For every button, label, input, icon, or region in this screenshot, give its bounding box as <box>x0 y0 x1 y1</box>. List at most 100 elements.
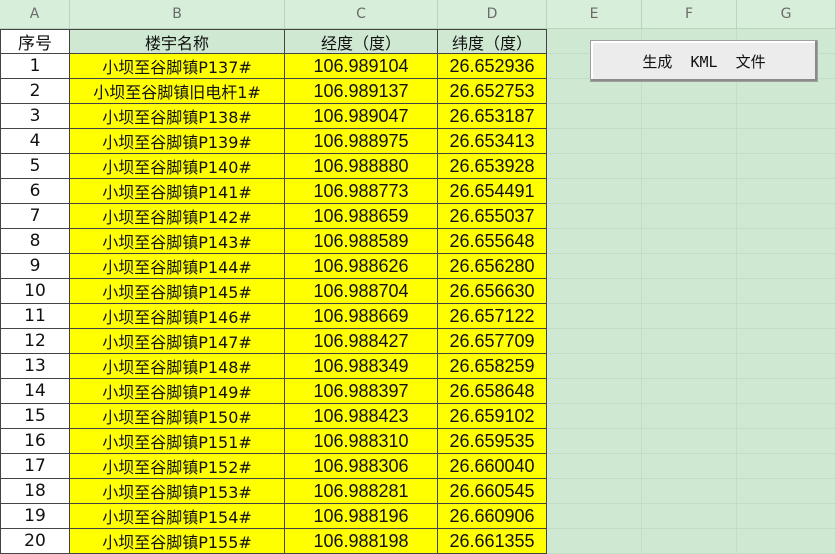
latitude-cell[interactable]: 26.657709 <box>438 329 547 354</box>
empty-cell[interactable] <box>547 304 642 329</box>
building-name-cell[interactable]: 小坝至谷脚镇P138# <box>70 104 285 129</box>
empty-cell[interactable] <box>547 279 642 304</box>
row-index-cell[interactable]: 13 <box>0 354 70 379</box>
longitude-cell[interactable]: 106.988659 <box>285 204 438 229</box>
empty-cell[interactable] <box>547 454 642 479</box>
empty-cell[interactable] <box>737 179 836 204</box>
latitude-cell[interactable]: 26.658259 <box>438 354 547 379</box>
longitude-cell[interactable]: 106.988427 <box>285 329 438 354</box>
longitude-cell[interactable]: 106.988281 <box>285 479 438 504</box>
building-name-cell[interactable]: 小坝至谷脚镇P152# <box>70 454 285 479</box>
row-index-cell[interactable]: 8 <box>0 229 70 254</box>
longitude-cell[interactable]: 106.988880 <box>285 154 438 179</box>
longitude-cell[interactable]: 106.988669 <box>285 304 438 329</box>
column-header-e[interactable]: E <box>547 0 642 29</box>
empty-cell[interactable] <box>547 179 642 204</box>
column-header-b[interactable]: B <box>70 0 285 29</box>
empty-cell[interactable] <box>737 129 836 154</box>
latitude-cell[interactable]: 26.658648 <box>438 379 547 404</box>
empty-cell[interactable] <box>737 404 836 429</box>
empty-cell[interactable] <box>737 304 836 329</box>
empty-cell[interactable] <box>642 279 737 304</box>
longitude-cell[interactable]: 106.988773 <box>285 179 438 204</box>
empty-cell[interactable] <box>642 154 737 179</box>
empty-cell[interactable] <box>642 129 737 154</box>
empty-cell[interactable] <box>642 79 737 104</box>
empty-cell[interactable] <box>642 354 737 379</box>
empty-cell[interactable] <box>547 504 642 529</box>
empty-cell[interactable] <box>547 379 642 404</box>
column-header-d[interactable]: D <box>438 0 547 29</box>
empty-cell[interactable] <box>547 429 642 454</box>
row-index-cell[interactable]: 2 <box>0 79 70 104</box>
latitude-cell[interactable]: 26.660040 <box>438 454 547 479</box>
empty-cell[interactable] <box>737 354 836 379</box>
building-name-cell[interactable]: 小坝至谷脚镇P150# <box>70 404 285 429</box>
empty-cell[interactable] <box>737 154 836 179</box>
empty-cell[interactable] <box>737 254 836 279</box>
latitude-cell[interactable]: 26.653413 <box>438 129 547 154</box>
header-cell-latitude[interactable]: 纬度（度） <box>438 29 547 54</box>
latitude-cell[interactable]: 26.660906 <box>438 504 547 529</box>
latitude-cell[interactable]: 26.660545 <box>438 479 547 504</box>
header-cell-index[interactable]: 序号 <box>0 29 70 54</box>
building-name-cell[interactable]: 小坝至谷脚镇P137# <box>70 54 285 79</box>
empty-cell[interactable] <box>642 304 737 329</box>
empty-cell[interactable] <box>642 254 737 279</box>
generate-kml-button[interactable]: 生成 KML 文件 <box>590 40 818 82</box>
header-cell-name[interactable]: 楼宇名称 <box>70 29 285 54</box>
latitude-cell[interactable]: 26.657122 <box>438 304 547 329</box>
empty-cell[interactable] <box>642 429 737 454</box>
empty-cell[interactable] <box>737 454 836 479</box>
empty-cell[interactable] <box>642 179 737 204</box>
empty-cell[interactable] <box>737 279 836 304</box>
building-name-cell[interactable]: 小坝至谷脚镇P144# <box>70 254 285 279</box>
building-name-cell[interactable]: 小坝至谷脚镇P145# <box>70 279 285 304</box>
row-index-cell[interactable]: 5 <box>0 154 70 179</box>
empty-cell[interactable] <box>737 429 836 454</box>
building-name-cell[interactable]: 小坝至谷脚镇P148# <box>70 354 285 379</box>
empty-cell[interactable] <box>737 79 836 104</box>
building-name-cell[interactable]: 小坝至谷脚镇P146# <box>70 304 285 329</box>
row-index-cell[interactable]: 20 <box>0 529 70 554</box>
building-name-cell[interactable]: 小坝至谷脚镇旧电杆1# <box>70 79 285 104</box>
empty-cell[interactable] <box>547 254 642 279</box>
longitude-cell[interactable]: 106.988397 <box>285 379 438 404</box>
building-name-cell[interactable]: 小坝至谷脚镇P151# <box>70 429 285 454</box>
empty-cell[interactable] <box>547 129 642 154</box>
empty-cell[interactable] <box>642 229 737 254</box>
empty-cell[interactable] <box>737 529 836 554</box>
empty-cell[interactable] <box>737 104 836 129</box>
row-index-cell[interactable]: 18 <box>0 479 70 504</box>
row-index-cell[interactable]: 11 <box>0 304 70 329</box>
latitude-cell[interactable]: 26.656280 <box>438 254 547 279</box>
row-index-cell[interactable]: 6 <box>0 179 70 204</box>
header-cell-longitude[interactable]: 经度（度） <box>285 29 438 54</box>
empty-cell[interactable] <box>737 479 836 504</box>
latitude-cell[interactable]: 26.653187 <box>438 104 547 129</box>
latitude-cell[interactable]: 26.655037 <box>438 204 547 229</box>
row-index-cell[interactable]: 15 <box>0 404 70 429</box>
row-index-cell[interactable]: 1 <box>0 54 70 79</box>
longitude-cell[interactable]: 106.988704 <box>285 279 438 304</box>
longitude-cell[interactable]: 106.988349 <box>285 354 438 379</box>
row-index-cell[interactable]: 17 <box>0 454 70 479</box>
row-index-cell[interactable]: 7 <box>0 204 70 229</box>
building-name-cell[interactable]: 小坝至谷脚镇P143# <box>70 229 285 254</box>
longitude-cell[interactable]: 106.988626 <box>285 254 438 279</box>
empty-cell[interactable] <box>642 204 737 229</box>
empty-cell[interactable] <box>547 354 642 379</box>
row-index-cell[interactable]: 16 <box>0 429 70 454</box>
empty-cell[interactable] <box>547 154 642 179</box>
empty-cell[interactable] <box>642 329 737 354</box>
empty-cell[interactable] <box>642 479 737 504</box>
empty-cell[interactable] <box>547 404 642 429</box>
empty-cell[interactable] <box>642 104 737 129</box>
row-index-cell[interactable]: 10 <box>0 279 70 304</box>
empty-cell[interactable] <box>547 104 642 129</box>
building-name-cell[interactable]: 小坝至谷脚镇P154# <box>70 504 285 529</box>
latitude-cell[interactable]: 26.655648 <box>438 229 547 254</box>
latitude-cell[interactable]: 26.656630 <box>438 279 547 304</box>
column-header-a[interactable]: A <box>0 0 70 29</box>
empty-cell[interactable] <box>642 504 737 529</box>
